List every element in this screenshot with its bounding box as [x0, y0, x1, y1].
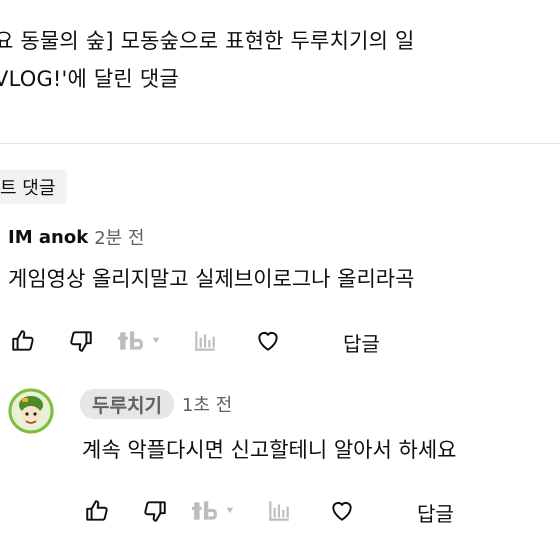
thumbs-down-icon[interactable]	[140, 496, 170, 526]
heart-icon[interactable]	[253, 326, 283, 356]
comment-action-bar: 답글	[0, 326, 560, 356]
translate-icon[interactable]	[192, 496, 244, 526]
chip-label: 트 댓글	[0, 178, 56, 199]
comment-header: IM anok 2분 전	[8, 224, 144, 250]
thumbs-up-icon[interactable]	[82, 496, 112, 526]
reply-header: 두루치기 1초 전	[80, 389, 232, 419]
comment-author[interactable]: IM anok	[8, 227, 88, 248]
reply-button[interactable]: 답글	[343, 328, 380, 357]
comment-text: 게임영상 올리지말고 실제브이로그나 올리라곡	[8, 267, 415, 291]
reply-button[interactable]: 답글	[417, 498, 454, 527]
owner-author-badge[interactable]: 두루치기	[80, 389, 174, 419]
thumbs-down-icon[interactable]	[66, 326, 96, 356]
divider	[0, 143, 560, 144]
reply-timestamp[interactable]: 1초 전	[182, 391, 232, 417]
reply-text: 계속 악플다시면 신고할테니 알아서 하세요	[82, 438, 457, 462]
channel-avatar[interactable]	[8, 388, 54, 434]
analytics-icon[interactable]	[264, 496, 294, 526]
comments-filter-chip[interactable]: 트 댓글	[0, 170, 68, 204]
thumbs-up-icon[interactable]	[8, 326, 38, 356]
analytics-icon[interactable]	[190, 326, 220, 356]
heart-icon[interactable]	[327, 496, 357, 526]
notification-title: 요 동물의 숲] 모동숲으로 표현한 두루치기의 일 VLOG!'에 달린 댓글	[0, 29, 415, 91]
translate-icon[interactable]	[118, 326, 170, 356]
reply-action-bar: 답글	[0, 496, 560, 526]
comment-timestamp[interactable]: 2분 전	[94, 224, 144, 250]
